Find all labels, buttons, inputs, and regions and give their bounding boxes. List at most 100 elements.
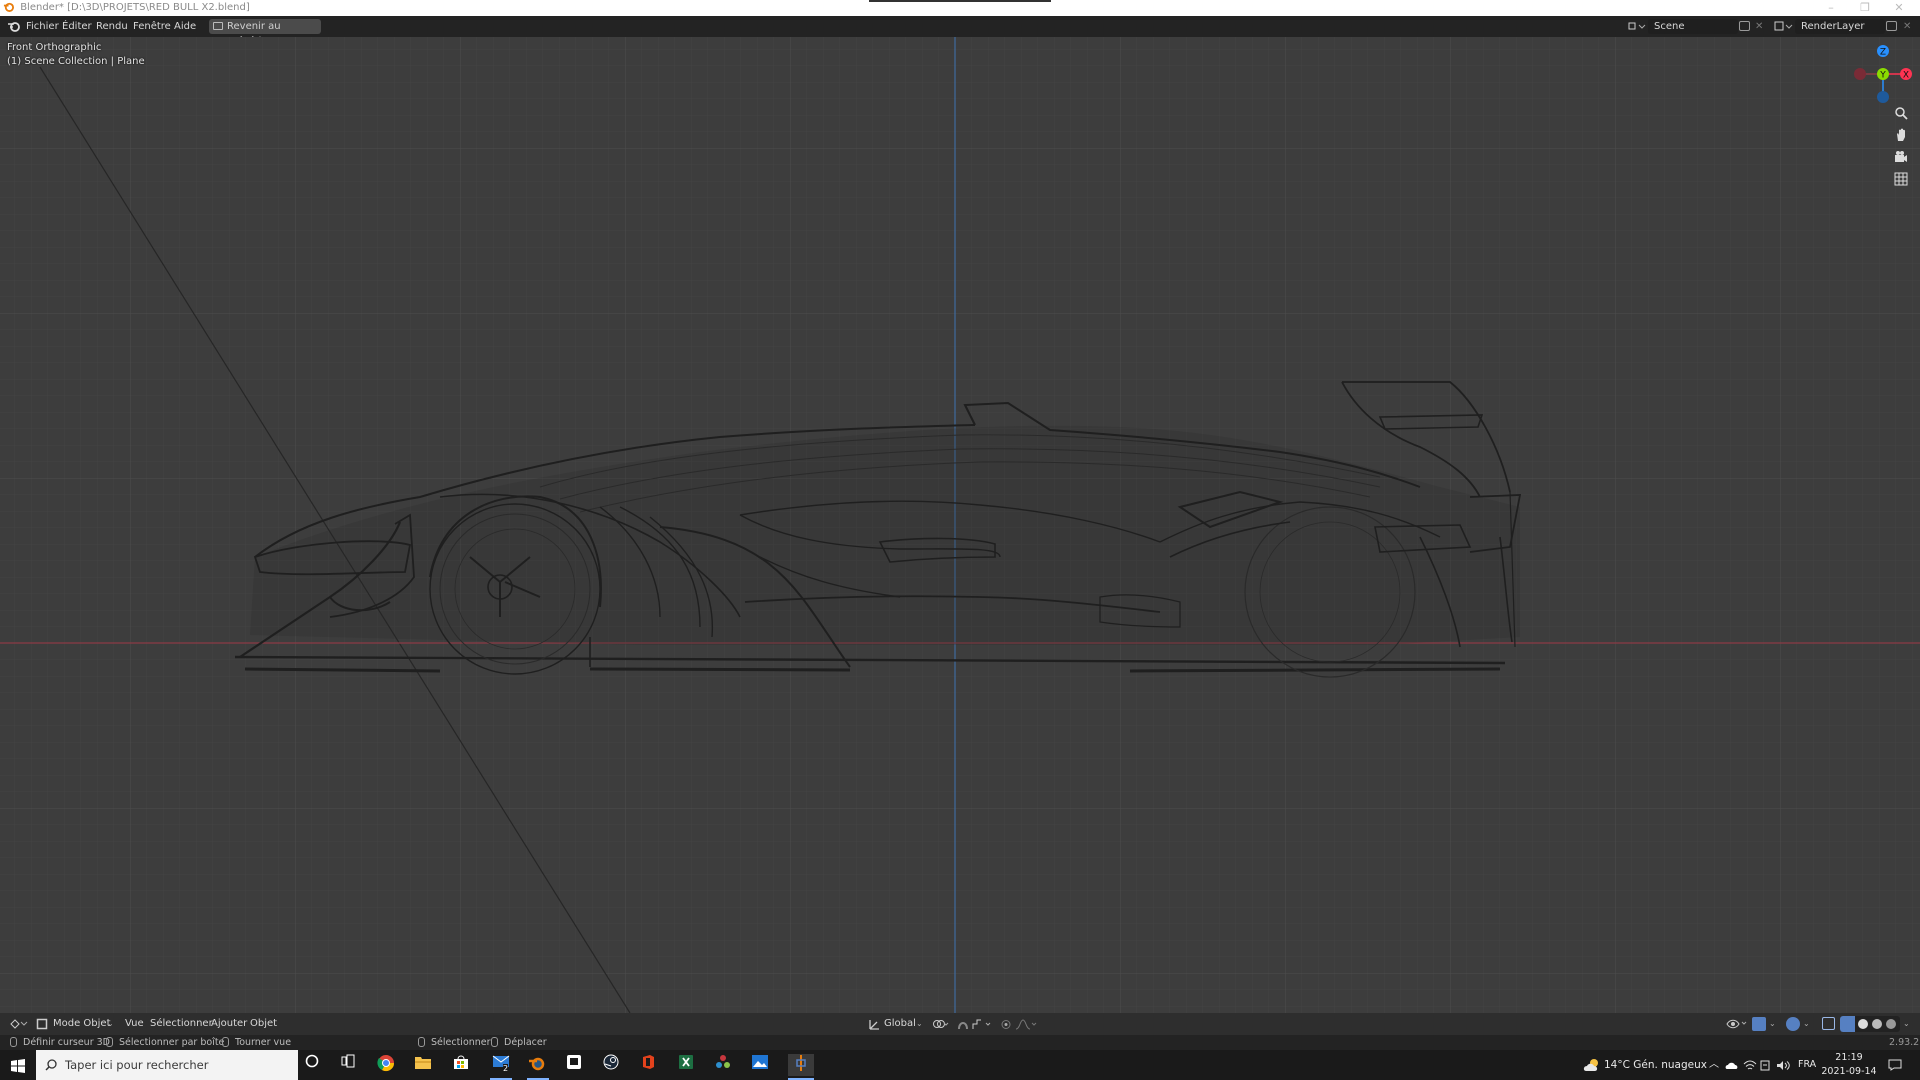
excel-icon[interactable]: [675, 1054, 697, 1076]
view-name-label: Front Orthographic: [7, 42, 102, 53]
maximize-button[interactable]: ❐: [1850, 0, 1880, 16]
store-icon[interactable]: [450, 1054, 472, 1076]
transform-orientation-icon: [869, 1020, 879, 1030]
menu-selectionner[interactable]: Sélectionner: [150, 1013, 213, 1035]
grid-icon[interactable]: [1892, 172, 1910, 190]
back-screen-icon: [213, 22, 223, 30]
new-layer-icon[interactable]: [1886, 21, 1897, 31]
overlays-chevron-icon: ⌄: [1803, 1019, 1810, 1028]
epic-icon[interactable]: [563, 1054, 585, 1076]
gizmo-z-label: Z: [1880, 48, 1886, 58]
mail-badge: 2: [503, 1064, 509, 1073]
solid-shading-icon[interactable]: [1858, 1019, 1868, 1029]
menu-aide[interactable]: Aide: [170, 16, 200, 37]
minimize-button[interactable]: –: [1816, 0, 1846, 16]
weather-label[interactable]: 14°C Gén. nuageux: [1604, 1050, 1707, 1080]
network-icon[interactable]: [1743, 1060, 1757, 1071]
window-titlebar: Blender* [D:\3D\PROJETS\RED BULL X2.blen…: [0, 0, 1920, 16]
collection-label: (1) Scene Collection | Plane: [7, 56, 145, 67]
overlays-toggle-icon[interactable]: [1786, 1017, 1800, 1031]
status-bar: Définir curseur 3D Sélectionner par boît…: [0, 1035, 1920, 1050]
blender-active-icon[interactable]: [788, 1054, 814, 1076]
gizmo-x-label: X: [1903, 71, 1909, 81]
blender-menu-icon[interactable]: [7, 19, 21, 33]
3d-viewport[interactable]: Z X Y Front Orthographic (1) Scene Colle…: [0, 37, 1920, 1013]
photos-icon[interactable]: [749, 1054, 771, 1076]
editor-type-icon[interactable]: [9, 1018, 29, 1030]
mouse-right-icon: [222, 1037, 229, 1047]
scene-field[interactable]: Scene: [1648, 19, 1738, 34]
visibility-icon[interactable]: [1726, 1018, 1748, 1030]
windows-taskbar: Taper ici pour rechercher 2 14°C Gén. nu…: [0, 1050, 1920, 1080]
camera-icon[interactable]: [1892, 150, 1910, 168]
proportional-edit-icon[interactable]: [1000, 1019, 1012, 1030]
storage-icon[interactable]: [1759, 1060, 1771, 1071]
shading-modes: [1840, 1016, 1900, 1032]
clock-time: 21:19: [1835, 1052, 1863, 1063]
version-label: 2.93.2: [1889, 1037, 1920, 1048]
gizmo-chevron-icon: ⌄: [1769, 1019, 1776, 1028]
steam-icon[interactable]: [600, 1054, 622, 1076]
gizmo-y-label: Y: [1879, 71, 1886, 81]
mouse-left-icon: [10, 1037, 17, 1047]
view-layer-icon[interactable]: [1773, 19, 1793, 33]
status-item: Tourner vue: [222, 1035, 291, 1050]
mouse-left-icon: [418, 1037, 425, 1047]
transform-orientation-dropdown[interactable]: Global: [884, 1013, 916, 1035]
snap-toggle-icon[interactable]: [956, 1018, 970, 1031]
menu-editer[interactable]: Éditer: [58, 16, 96, 37]
menu-rendu[interactable]: Rendu: [92, 16, 132, 37]
viewport-header: Mode Objet ⌄ Vue Sélectionner Ajouter Ob…: [0, 1013, 1920, 1035]
search-field[interactable]: Taper ici pour rechercher: [36, 1050, 298, 1080]
windows-start-icon[interactable]: [11, 1059, 25, 1073]
scene-icon[interactable]: [1626, 19, 1646, 33]
mode-chevron-icon: ⌄: [107, 1019, 114, 1028]
hand-pan-icon[interactable]: [1892, 128, 1910, 146]
tray-chevron-icon[interactable]: ︿: [1709, 1050, 1719, 1080]
davinci-icon[interactable]: [712, 1054, 734, 1076]
chrome-icon[interactable]: [375, 1054, 397, 1076]
blender-icon[interactable]: [526, 1054, 548, 1076]
remove-scene-icon[interactable]: ✕: [1755, 16, 1763, 37]
notifications-icon[interactable]: [1888, 1059, 1902, 1071]
search-placeholder: Taper ici pour rechercher: [65, 1058, 209, 1072]
volume-icon[interactable]: [1776, 1060, 1790, 1071]
mode-dropdown[interactable]: Mode Objet: [53, 1013, 111, 1035]
back-to-previous-button[interactable]: Revenir au précédent: [209, 19, 321, 47]
rendered-shading-icon[interactable]: [1886, 1019, 1896, 1029]
render-layer-field[interactable]: RenderLayer: [1795, 19, 1885, 34]
task-view-icon[interactable]: [337, 1054, 359, 1076]
snap-target-icon[interactable]: [972, 1019, 994, 1030]
menu-fenetre[interactable]: Fenêtre: [129, 16, 175, 37]
falloff-icon[interactable]: [1015, 1019, 1037, 1030]
status-item: Sélectionner: [418, 1035, 491, 1050]
remove-layer-icon[interactable]: ✕: [1903, 16, 1911, 37]
wireframe-shading-icon[interactable]: [1840, 1016, 1855, 1032]
new-scene-icon[interactable]: [1739, 21, 1750, 31]
material-shading-icon[interactable]: [1872, 1019, 1882, 1029]
viewport-canvas[interactable]: Z X Y: [0, 37, 1920, 1013]
language-label[interactable]: FRA: [1798, 1050, 1816, 1080]
xray-toggle-icon[interactable]: [1822, 1017, 1835, 1030]
file-explorer-icon[interactable]: [412, 1054, 434, 1076]
office-icon[interactable]: [637, 1054, 659, 1076]
mouse-middle-icon: [106, 1037, 113, 1047]
status-item: Définir curseur 3D: [10, 1035, 110, 1050]
menu-vue[interactable]: Vue: [125, 1013, 144, 1035]
clock[interactable]: 21:19 2021-09-14: [1819, 1051, 1879, 1079]
menu-fichier[interactable]: Fichier: [22, 16, 63, 37]
transform-chevron-icon: ⌄: [916, 1019, 923, 1028]
blender-logo-icon: [3, 2, 14, 12]
cortana-icon[interactable]: [301, 1054, 323, 1076]
menu-objet[interactable]: Objet: [250, 1013, 277, 1035]
mail-icon[interactable]: 2: [488, 1054, 514, 1076]
object-mode-icon: [36, 1018, 48, 1030]
shading-chevron-icon[interactable]: ⌄: [1903, 1013, 1910, 1035]
zoom-icon[interactable]: [1892, 106, 1910, 124]
onedrive-icon[interactable]: [1725, 1061, 1739, 1070]
close-button[interactable]: ✕: [1884, 0, 1914, 16]
pivot-point-icon[interactable]: [932, 1019, 950, 1030]
gizmo-toggle-icon[interactable]: [1752, 1017, 1766, 1031]
menu-ajouter[interactable]: Ajouter: [211, 1013, 247, 1035]
weather-icon[interactable]: [1583, 1058, 1601, 1072]
